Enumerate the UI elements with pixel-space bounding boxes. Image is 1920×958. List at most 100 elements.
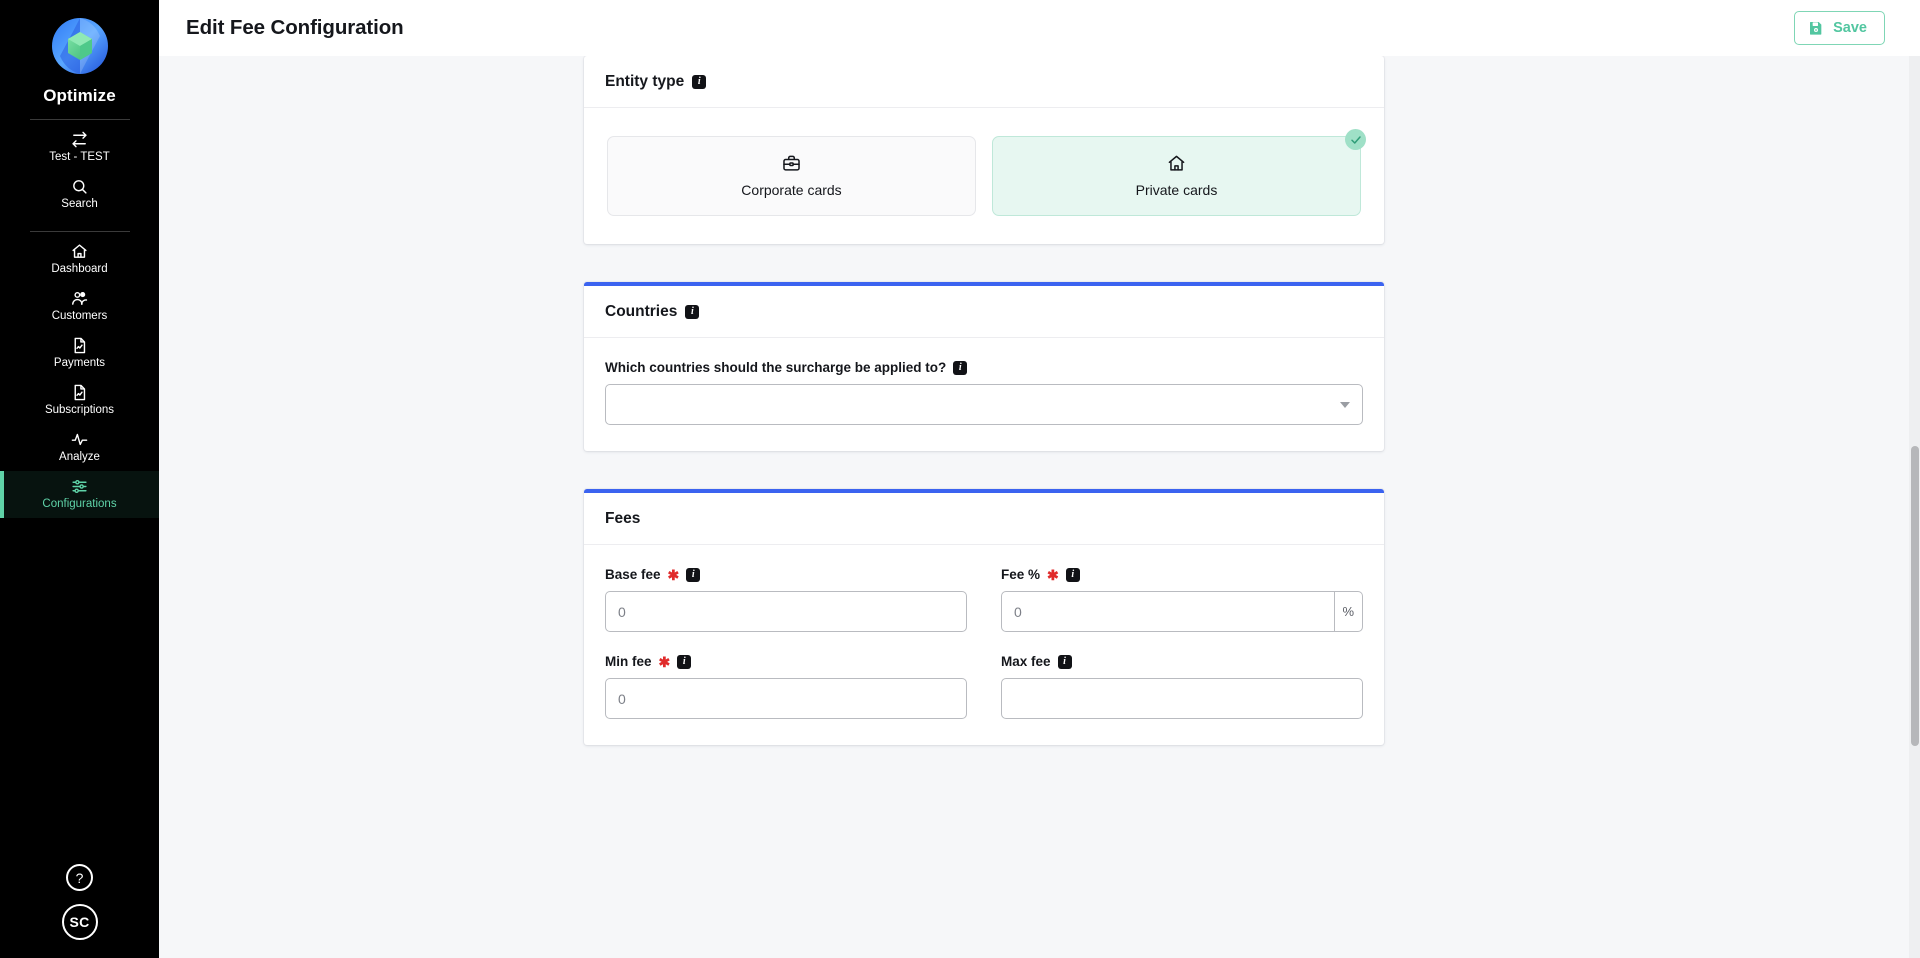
fees-title: Fees — [605, 510, 641, 527]
min-fee-input[interactable] — [605, 678, 967, 719]
info-icon[interactable]: i — [1065, 567, 1080, 582]
brand-name: Optimize — [43, 86, 116, 105]
min-fee-label-text: Min fee — [605, 654, 652, 669]
sidebar: Optimize Test - TEST Search Dashboard Cu… — [0, 0, 159, 958]
info-icon[interactable]: i — [677, 654, 692, 669]
check-icon — [1345, 129, 1366, 150]
form-column: Entity type i Corporate cards Private ca… — [584, 56, 1384, 745]
entity-type-header: Entity type i — [584, 56, 1384, 108]
entity-option-label: Private cards — [1135, 182, 1218, 198]
entity-type-card: Entity type i Corporate cards Private ca… — [584, 56, 1384, 244]
sidebar-divider-top — [29, 119, 130, 120]
page-title: Edit Fee Configuration — [186, 16, 404, 39]
countries-select[interactable] — [605, 384, 1363, 425]
countries-card: Countries i Which countries should the s… — [584, 282, 1384, 451]
scrollbar-thumb[interactable] — [1911, 446, 1919, 746]
max-fee-label: Max fee i — [1001, 654, 1363, 669]
countries-title: Countries — [605, 303, 678, 320]
info-icon[interactable]: i — [685, 305, 700, 319]
max-fee-label-text: Max fee — [1001, 654, 1051, 669]
required-marker: ✱ — [658, 653, 671, 670]
countries-question-text: Which countries should the surcharge be … — [605, 360, 947, 375]
app-root: Optimize Test - TEST Search Dashboard Cu… — [0, 0, 1920, 958]
fees-body: Base fee ✱ i Fee % ✱ — [584, 545, 1384, 745]
entity-option-private-cards[interactable]: Private cards — [992, 129, 1366, 216]
sidebar-item-dashboard[interactable]: Dashboard — [0, 236, 159, 283]
info-icon[interactable]: i — [953, 360, 968, 375]
fee-percent-input-group: % — [1001, 591, 1363, 632]
sidebar-nav-top: Test - TEST Search — [0, 124, 159, 218]
sidebar-item-label: Dashboard — [51, 263, 108, 275]
sidebar-item-label: Analyze — [59, 451, 100, 463]
fees-grid: Base fee ✱ i Fee % ✱ — [605, 567, 1363, 719]
help-circle-icon[interactable]: ? — [66, 864, 93, 891]
countries-body: Which countries should the surcharge be … — [584, 338, 1384, 451]
sidebar-item-label: Test - TEST — [49, 151, 110, 163]
optimize-logo — [50, 16, 110, 76]
min-fee-label: Min fee ✱ i — [605, 654, 967, 669]
sidebar-item-subscriptions[interactable]: Subscriptions — [0, 377, 159, 424]
countries-select-wrapper — [605, 384, 1363, 425]
entity-type-title: Entity type — [605, 73, 685, 90]
users-icon — [71, 290, 88, 307]
briefcase-icon — [782, 154, 801, 173]
sidebar-nav-main: Dashboard Customers Payments Subscriptio… — [0, 236, 159, 518]
info-icon[interactable]: i — [1057, 654, 1072, 669]
document-chart-icon — [71, 337, 88, 354]
pulse-icon — [71, 431, 88, 448]
content-scroll-region[interactable]: Entity type i Corporate cards Private ca… — [159, 56, 1920, 958]
topbar: Edit Fee Configuration Save — [159, 0, 1920, 56]
max-fee-input[interactable] — [1001, 678, 1363, 719]
entity-type-body: Corporate cards Private cards — [584, 108, 1384, 244]
sidebar-item-label: Configurations — [42, 498, 117, 510]
sidebar-item-label: Payments — [53, 357, 106, 369]
save-disk-icon — [1808, 20, 1824, 36]
info-icon[interactable]: i — [686, 567, 701, 582]
base-fee-label: Base fee ✱ i — [605, 567, 967, 582]
field-base-fee: Base fee ✱ i — [605, 567, 967, 632]
swap-arrows-icon — [71, 131, 88, 148]
document-chart-icon — [71, 384, 88, 401]
field-max-fee: Max fee i — [1001, 654, 1363, 719]
percent-suffix: % — [1334, 591, 1363, 632]
scrollbar-track[interactable] — [1909, 56, 1920, 958]
required-marker: ✱ — [1047, 566, 1059, 583]
entity-option-label: Corporate cards — [741, 182, 842, 198]
save-button[interactable]: Save — [1794, 11, 1885, 45]
entity-type-options: Corporate cards Private cards — [605, 129, 1366, 218]
base-fee-input[interactable] — [605, 591, 967, 632]
fee-percent-label: Fee % ✱ i — [1001, 567, 1363, 582]
sidebar-item-label: Subscriptions — [44, 404, 115, 416]
countries-header: Countries i — [584, 286, 1384, 338]
scroll-area: Entity type i Corporate cards Private ca… — [159, 56, 1920, 823]
sidebar-item-label: Search — [61, 198, 98, 210]
fee-percent-input[interactable] — [1001, 591, 1335, 632]
sidebar-item-customers[interactable]: Customers — [0, 283, 159, 330]
avatar[interactable]: SC — [61, 904, 98, 940]
countries-question-label: Which countries should the surcharge be … — [605, 360, 1363, 375]
fee-percent-label-text: Fee % — [1001, 567, 1041, 582]
brand: Optimize — [0, 0, 159, 106]
fees-card: Fees Base fee ✱ i 0 Fee % ✱ i 0 % Min fe… — [584, 489, 1384, 745]
fees-header: Fees — [584, 493, 1384, 545]
home-icon — [71, 243, 88, 260]
entity-option-corporate-cards[interactable]: Corporate cards — [607, 136, 976, 216]
sidebar-item-label: Customers — [51, 310, 108, 322]
field-min-fee: Min fee ✱ i — [605, 654, 967, 719]
home-icon — [1167, 154, 1186, 173]
sidebar-item-payments[interactable]: Payments — [0, 330, 159, 377]
save-button-label: Save — [1833, 20, 1867, 36]
info-icon[interactable]: i — [692, 75, 707, 89]
sidebar-item-search[interactable]: Search — [0, 171, 159, 218]
sliders-icon — [71, 478, 88, 495]
sidebar-item-analyze[interactable]: Analyze — [0, 424, 159, 471]
required-marker: ✱ — [667, 566, 680, 583]
sidebar-footer: ? SC — [0, 864, 159, 940]
main-area: Edit Fee Configuration Save Entity type … — [159, 0, 1920, 958]
sidebar-item-test-test[interactable]: Test - TEST — [0, 124, 159, 171]
sidebar-divider-main — [29, 231, 130, 232]
search-icon — [71, 178, 88, 195]
sidebar-item-configurations[interactable]: Configurations — [0, 471, 159, 518]
base-fee-label-text: Base fee — [605, 567, 661, 582]
field-fee-percent: Fee % ✱ i % — [1001, 567, 1363, 632]
